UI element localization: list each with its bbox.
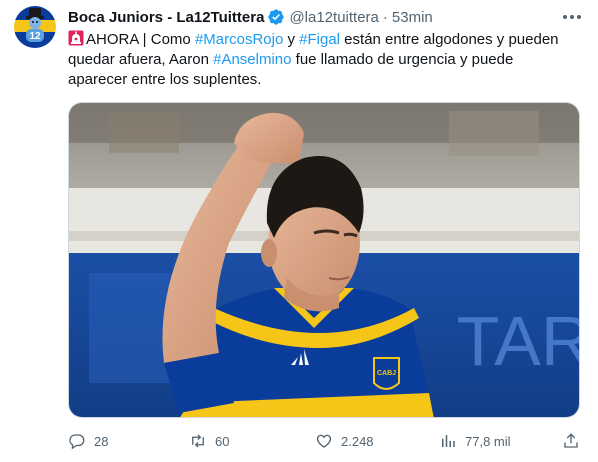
tweet-header: Boca Juniors - La12Tuittera @la12tuitter… bbox=[68, 7, 433, 27]
tweet-text-intro: AHORA | Como bbox=[86, 31, 195, 48]
hashtag-marcosrojo[interactable]: #MarcosRojo bbox=[195, 31, 283, 48]
jersey-badge-text: CABJ bbox=[377, 370, 396, 377]
share-button[interactable] bbox=[562, 428, 580, 454]
timestamp[interactable]: 53min bbox=[392, 9, 433, 26]
tweet-photo[interactable]: TAR CABJ bbox=[68, 102, 580, 418]
separator-dot: · bbox=[382, 8, 388, 26]
hashtag-anselmino[interactable]: #Anselmino bbox=[213, 51, 291, 68]
views-icon bbox=[442, 435, 455, 447]
views-button[interactable]: 77,8 mil bbox=[439, 428, 511, 454]
views-count: 77,8 mil bbox=[465, 433, 511, 449]
tweet-card[interactable]: 12 Boca Juniors - La12Tuittera @la12tuit… bbox=[0, 0, 598, 462]
tweet-text-y: y bbox=[283, 31, 300, 48]
tweet-line-3: aparecer entre los suplentes. bbox=[68, 71, 262, 88]
avatar[interactable]: 12 bbox=[14, 6, 56, 48]
heart-icon bbox=[316, 434, 332, 448]
tweet-line-1: AHORA | Como #MarcosRojo y #Figal están … bbox=[68, 30, 568, 50]
author-handle[interactable]: @la12tuittera bbox=[289, 9, 378, 26]
siren-icon bbox=[68, 30, 84, 46]
author-name[interactable]: Boca Juniors - La12Tuittera bbox=[68, 9, 264, 26]
tweet-actions: 28 60 2.248 77,8 mil bbox=[68, 428, 580, 454]
avatar-number: 12 bbox=[29, 31, 41, 42]
reply-icon bbox=[69, 434, 85, 450]
retweet-count: 60 bbox=[215, 433, 230, 449]
like-count: 2.248 bbox=[341, 433, 374, 449]
hashtag-figal[interactable]: #Figal bbox=[299, 31, 340, 48]
reply-button[interactable]: 28 bbox=[68, 428, 108, 454]
share-icon bbox=[564, 433, 578, 448]
tweet-text-line2-end: fue llamado de urgencia y puede bbox=[291, 51, 514, 68]
retweet-icon bbox=[192, 434, 204, 448]
like-button[interactable]: 2.248 bbox=[315, 428, 374, 454]
more-icon[interactable] bbox=[560, 9, 584, 25]
tweet-line-2: quedar afuera, Aaron #Anselmino fue llam… bbox=[68, 50, 568, 70]
reply-count: 28 bbox=[94, 433, 109, 449]
tweet-text-line2-start: quedar afuera, Aaron bbox=[68, 51, 214, 68]
verified-badge-icon bbox=[267, 8, 285, 26]
tweet-text-line1-end: están entre algodones y pueden bbox=[340, 31, 559, 48]
tweet-text: AHORA | Como #MarcosRojo y #Figal están … bbox=[68, 30, 568, 90]
retweet-button[interactable]: 60 bbox=[189, 428, 229, 454]
ad-board-text: TAR bbox=[457, 302, 580, 380]
